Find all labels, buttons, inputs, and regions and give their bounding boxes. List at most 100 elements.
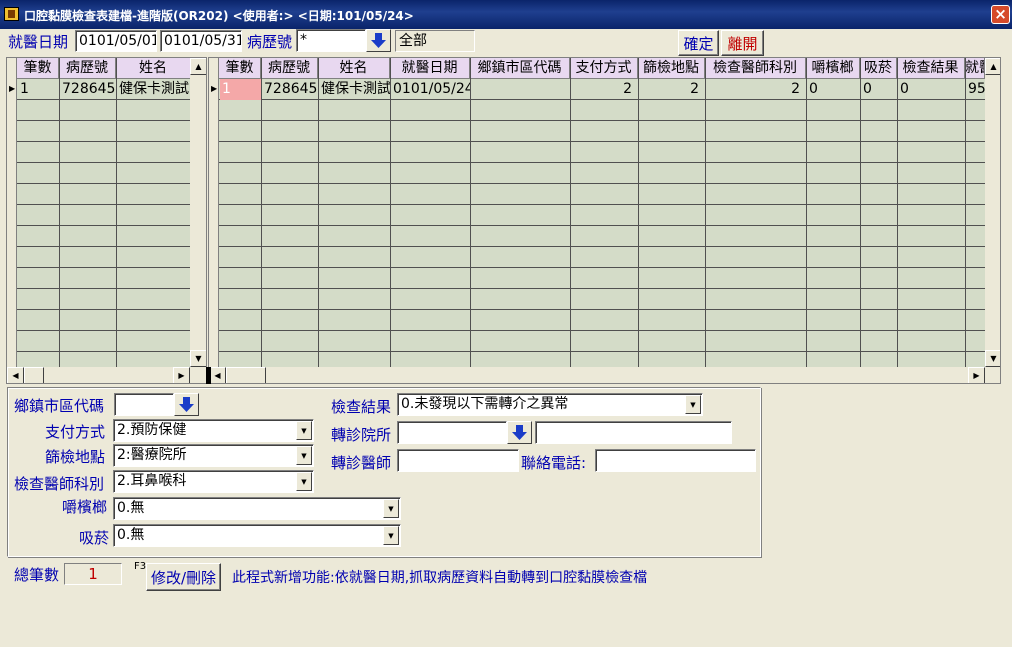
phone-input[interactable] [595,449,756,472]
hosp-label: 轉診院所 [331,426,392,444]
hosp-name-input[interactable] [535,421,732,444]
site-value: 2:醫療院所 [117,447,187,463]
chart-label: 病歷號 [247,33,293,51]
right-col-header[interactable]: 嚼檳榔 [806,58,860,79]
left-cell: 1 [20,81,29,97]
window-title: 口腔黏膜檢查表建檔-進階版(OR202) <使用者:> <日期:101/05/2… [24,9,414,23]
pay-value: 2.預防保健 [117,422,187,438]
scroll-right-icon[interactable]: ▶ [173,367,190,383]
dropdown-icon[interactable]: ▼ [296,446,312,465]
row-pointer-icon: ▶ [9,84,16,93]
pay-select[interactable]: 2.預防保健 ▼ [113,419,314,442]
right-cell: 2 [791,81,800,97]
right-cell: 0 [809,81,818,97]
dept-select[interactable]: 2.耳鼻喉科 ▼ [113,470,314,493]
right-grid[interactable]: 筆數 病歷號 姓名 就醫日期 鄉鎮市區代碼 支付方式 篩檢地點 檢查醫師科別 嚼… [208,57,1001,384]
right-col-header[interactable]: 檢查醫師科別 [705,58,806,79]
dropdown-icon[interactable]: ▼ [296,472,312,491]
scroll-up-icon[interactable]: ▲ [190,58,206,75]
scroll-up-icon[interactable]: ▲ [985,58,1000,75]
hosp-lookup-button[interactable] [507,421,532,444]
smoke-select[interactable]: 0.無 ▼ [113,524,401,547]
close-button[interactable]: × [991,5,1010,24]
scroll-thumb[interactable] [226,367,266,383]
betel-select[interactable]: 0.無 ▼ [113,497,401,520]
doctor-input[interactable] [397,449,519,472]
chart-lookup-button[interactable] [366,29,391,52]
title-bar: 口腔黏膜檢查表建檔-進階版(OR202) <使用者:> <日期:101/05/2… [0,0,1012,29]
scroll-left-icon[interactable]: ◀ [7,367,24,383]
town-input[interactable] [114,393,174,416]
scroll-down-icon[interactable]: ▼ [190,350,206,367]
right-col-header[interactable]: 病歷號 [261,58,318,79]
left-hscrollbar[interactable]: ◀ ▶ [7,367,206,383]
right-col-header[interactable]: 鄉鎮市區代碼 [470,58,570,79]
right-cell: 2 [690,81,699,97]
right-cell: 95 [968,81,985,97]
feature-note: 此程式新增功能:依就醫日期,抓取病歷資料自動轉到口腔黏膜檢查檔 [232,570,648,586]
result-label: 檢查結果 [331,398,392,416]
dropdown-icon[interactable]: ▼ [296,421,312,440]
doctor-label: 轉診醫師 [331,454,392,472]
date-to-input[interactable]: 0101/05/31 [160,30,242,52]
app-icon [4,7,19,21]
right-col-header[interactable]: 就醫日期 [390,58,470,79]
arrow-down-icon [371,33,386,48]
right-col-header[interactable]: 筆數 [219,58,261,79]
right-vscrollbar[interactable]: ▲ ▼ [985,58,1000,367]
left-col-header[interactable]: 姓名 [116,58,191,79]
row-pointer-icon: ▶ [211,84,218,93]
right-col-header[interactable]: 篩檢地點 [638,58,705,79]
left-vscrollbar[interactable]: ▲ ▼ [190,58,206,367]
town-label: 鄉鎮市區代碼 [14,397,105,415]
right-cell-selected[interactable]: 1 [220,79,261,100]
grid-splitter[interactable] [206,367,211,384]
scroll-down-icon[interactable]: ▼ [985,350,1000,367]
right-cell: 0 [900,81,909,97]
hotkey-label: F3 [134,561,147,572]
ok-button[interactable]: 確定 [678,30,719,56]
date-label: 就醫日期 [8,33,69,51]
dropdown-icon[interactable]: ▼ [383,526,399,545]
right-col-header[interactable]: 支付方式 [570,58,638,79]
hosp-input[interactable] [397,421,507,444]
scroll-right-icon[interactable]: ▶ [968,367,985,383]
betel-value: 0.無 [117,500,145,516]
smoke-label: 吸菸 [79,529,110,547]
scroll-thumb[interactable] [24,367,44,383]
left-col-header[interactable]: 筆數 [17,58,59,79]
right-col-header[interactable]: 就醫 [965,58,985,79]
phone-label: 聯絡電話: [521,454,587,472]
scroll-left-icon[interactable]: ◀ [209,367,226,383]
right-cell [471,79,570,100]
right-col-header[interactable]: 姓名 [318,58,390,79]
right-cell: 0101/05/24 [393,81,470,97]
dropdown-icon[interactable]: ▼ [685,395,701,414]
left-grid[interactable]: 筆數 病歷號 姓名 ▶ 1 728645 健保卡測試 ▲ ▼ ◀ ▶ [6,57,207,384]
dept-label: 檢查醫師科別 [14,475,105,493]
right-col-header[interactable]: 吸菸 [860,58,897,79]
arrow-down-icon [512,425,527,440]
town-lookup-button[interactable] [174,393,199,416]
date-from-input[interactable]: 0101/05/01 [75,30,157,52]
chart-input[interactable]: * [296,29,366,52]
left-col-header[interactable]: 病歷號 [59,58,116,79]
right-cell: 健保卡測試 [321,81,390,97]
pay-label: 支付方式 [45,423,106,441]
right-cell: 728645 [264,81,318,97]
site-select[interactable]: 2:醫療院所 ▼ [113,444,314,467]
right-cell: 0 [863,81,872,97]
dept-value: 2.耳鼻喉科 [117,473,187,489]
exit-button[interactable]: 離開 [721,30,764,56]
arrow-down-icon [179,397,194,412]
dropdown-icon[interactable]: ▼ [383,499,399,518]
site-label: 篩檢地點 [45,448,106,466]
betel-label: 嚼檳榔 [62,498,108,516]
right-hscrollbar[interactable]: ◀ ▶ [209,367,1000,383]
right-cell: 2 [623,81,632,97]
chart-desc: 全部 [395,30,475,52]
total-count: 1 [64,563,122,585]
result-select[interactable]: 0.未發現以下需轉介之異常 ▼ [397,393,703,416]
right-col-header[interactable]: 檢查結果 [897,58,965,79]
edit-delete-button[interactable]: 修改/刪除 [146,563,221,591]
